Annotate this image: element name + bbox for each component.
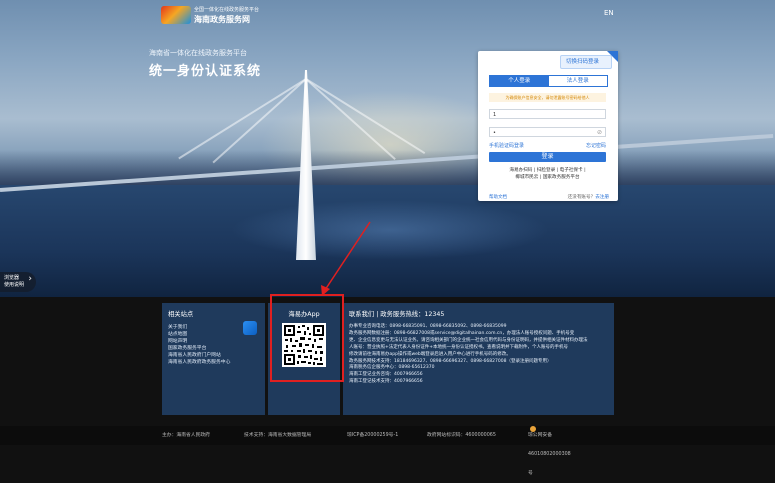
footer-panel: 相关站点 关于我们 站点地图 网站声明 国家政务服务平台 海南省人民政府门户网站… bbox=[162, 303, 614, 415]
site-name[interactable]: 海南政务服务网 bbox=[194, 14, 250, 25]
password-input[interactable]: • ⊘ bbox=[489, 127, 606, 137]
hero-subtitle: 海南省一体化在线政务服务平台 bbox=[149, 49, 247, 57]
login-tabs: 个人登录 法人登录 bbox=[489, 75, 608, 87]
security-notice: 为确保账户信息安全，请勿泄露账号密码给他人 bbox=[489, 93, 606, 102]
register-link[interactable]: 去注册 bbox=[595, 195, 609, 200]
qr-code-image bbox=[282, 323, 326, 367]
login-card: 切换扫码登录 个人登录 法人登录 为确保账户信息安全，请勿泄露账号密码给他人 1… bbox=[478, 51, 618, 201]
browser-guide-tab[interactable]: 浏览器 使用说明 › bbox=[0, 272, 36, 292]
app-icon[interactable] bbox=[243, 321, 257, 335]
password-value: • bbox=[493, 130, 496, 136]
site-logo[interactable] bbox=[160, 5, 192, 25]
related-sites-title: 相关站点 bbox=[168, 311, 194, 318]
alt-login-line-2[interactable]: 椰城市民云 | 国家政务服务平台 bbox=[489, 174, 606, 181]
footer-link[interactable]: 国家政务服务平台 bbox=[168, 345, 265, 352]
tab-personal-login[interactable]: 个人登录 bbox=[490, 76, 549, 86]
help-doc-link[interactable]: 帮助文档 bbox=[489, 194, 507, 200]
contact-line: 人账号：营业执照+法定代表人身份证件+本地统一身份认证授权书。查看说明并下载附件… bbox=[349, 344, 569, 350]
contact-line: 政务服务网数据注册：0898-66827008或service@digitalh… bbox=[349, 330, 575, 336]
alt-login-line-1[interactable]: 海易办扫码 | 扫脸登录 | 电子社保卡 | bbox=[489, 167, 606, 174]
contact-line: 办事专业咨询电话：0898-66835091、0898-66835092、089… bbox=[349, 324, 507, 329]
host-text: 主办：海南省人民政府 bbox=[162, 433, 210, 438]
emblem-icon bbox=[530, 426, 536, 432]
police-record-text: 琼公网安备46010802000308号 bbox=[528, 433, 571, 476]
tech-support-text: 技术支持：海南省大数据管理局 bbox=[244, 433, 312, 438]
qr-corner-icon[interactable] bbox=[607, 51, 618, 62]
bottom-bar: 主办：海南省人民政府 技术支持：海南省大数据管理局 琼ICP备20000259号… bbox=[0, 426, 775, 476]
app-column: 海易办App bbox=[268, 303, 340, 415]
alternative-login-links[interactable]: 海易办扫码 | 扫脸登录 | 电子社保卡 | 椰城市民云 | 国家政务服务平台 bbox=[489, 167, 606, 181]
tab-corporate-login[interactable]: 法人登录 bbox=[548, 76, 607, 86]
chevron-right-icon: › bbox=[28, 274, 32, 284]
site-subtitle: 全国一体化在线政务服务平台 bbox=[194, 7, 260, 13]
contact-column: 联系我们 | 政务服务热线：12345 办事专业咨询电话：0898-668350… bbox=[343, 303, 614, 415]
related-sites-column: 相关站点 关于我们 站点地图 网站声明 国家政务服务平台 海南省人民政府门户网站… bbox=[162, 303, 265, 415]
register-question: 还没有账号？ bbox=[567, 195, 596, 200]
footer-link[interactable]: 海南省人民政府政务服务中心 bbox=[168, 359, 265, 366]
forgot-password-link[interactable]: 忘记密码 bbox=[586, 142, 606, 149]
city-skyline bbox=[0, 150, 775, 190]
hero-title: 统一身份认证系统 bbox=[149, 64, 262, 79]
hero-banner bbox=[0, 0, 775, 297]
contact-line: 海南工登记技术支持：4007966656 bbox=[349, 379, 423, 385]
phone-code-login-link[interactable]: 手机验证码登录 bbox=[489, 142, 524, 149]
footer-link[interactable]: 网站声明 bbox=[168, 338, 265, 345]
register-prompt: 还没有账号？去注册 bbox=[568, 194, 609, 200]
username-input[interactable]: 1 bbox=[489, 109, 606, 119]
footer-link[interactable]: 海南省人民政府门户网站 bbox=[168, 352, 265, 359]
water-reflection bbox=[230, 200, 550, 260]
icp-link[interactable]: 琼ICP备20000259号-1 bbox=[347, 426, 398, 445]
contact-line: 更、企业信息变更与无法认证业务。请咨询相关部门的企业统一社会信用代码与身份证明码… bbox=[349, 337, 588, 343]
contact-line: 修改请前往海南易办app操作或web端登录后进入用户中心进行手机号码的修改。 bbox=[349, 351, 511, 357]
contact-title: 联系我们 | 政务服务热线：12345 bbox=[349, 311, 445, 318]
gov-id-text: 政府网站标识码：4600000065 bbox=[427, 433, 496, 438]
logo-mark bbox=[161, 6, 191, 24]
app-title: 海易办App bbox=[288, 311, 320, 318]
eye-slash-icon[interactable]: ⊘ bbox=[597, 128, 602, 138]
language-switch[interactable]: EN bbox=[604, 9, 614, 17]
login-button[interactable]: 登录 bbox=[489, 152, 606, 162]
qr-login-switch[interactable]: 切换扫码登录 bbox=[559, 55, 612, 69]
